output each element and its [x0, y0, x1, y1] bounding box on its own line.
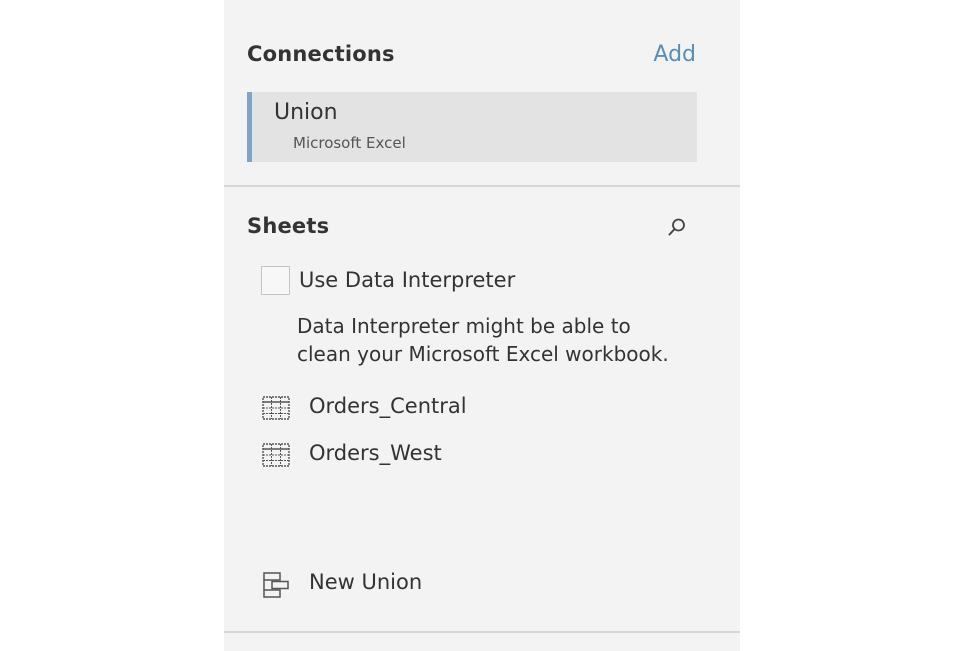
data-source-panel: Connections Add Union Microsoft Excel Sh… — [224, 0, 740, 651]
section-divider — [224, 631, 740, 633]
sheet-item-orders-west[interactable]: Orders_West — [262, 441, 682, 471]
use-data-interpreter-label[interactable]: Use Data Interpreter — [299, 268, 515, 292]
add-connection-link[interactable]: Add — [653, 42, 696, 67]
data-interpreter-hint: Data Interpreter might be able to clean … — [297, 312, 717, 368]
hint-line: Data Interpreter might be able to — [297, 314, 631, 338]
sheet-label: Orders_West — [309, 441, 442, 465]
new-union-item[interactable]: New Union — [262, 570, 682, 600]
connections-heading: Connections — [247, 42, 395, 66]
search-icon[interactable] — [666, 216, 688, 238]
sheet-label: Orders_Central — [309, 394, 467, 418]
connection-name: Union — [274, 100, 338, 125]
hint-line: clean your Microsoft Excel workbook. — [297, 342, 669, 366]
sheet-item-orders-central[interactable]: Orders_Central — [262, 394, 682, 424]
new-union-label: New Union — [309, 570, 423, 594]
union-icon — [262, 572, 290, 598]
section-divider — [224, 185, 740, 187]
connection-type: Microsoft Excel — [293, 134, 406, 152]
table-icon — [262, 396, 290, 420]
table-icon — [262, 443, 290, 467]
sheets-heading: Sheets — [247, 214, 330, 238]
connection-item-union[interactable]: Union Microsoft Excel — [247, 92, 697, 162]
use-data-interpreter-checkbox[interactable] — [261, 266, 290, 295]
